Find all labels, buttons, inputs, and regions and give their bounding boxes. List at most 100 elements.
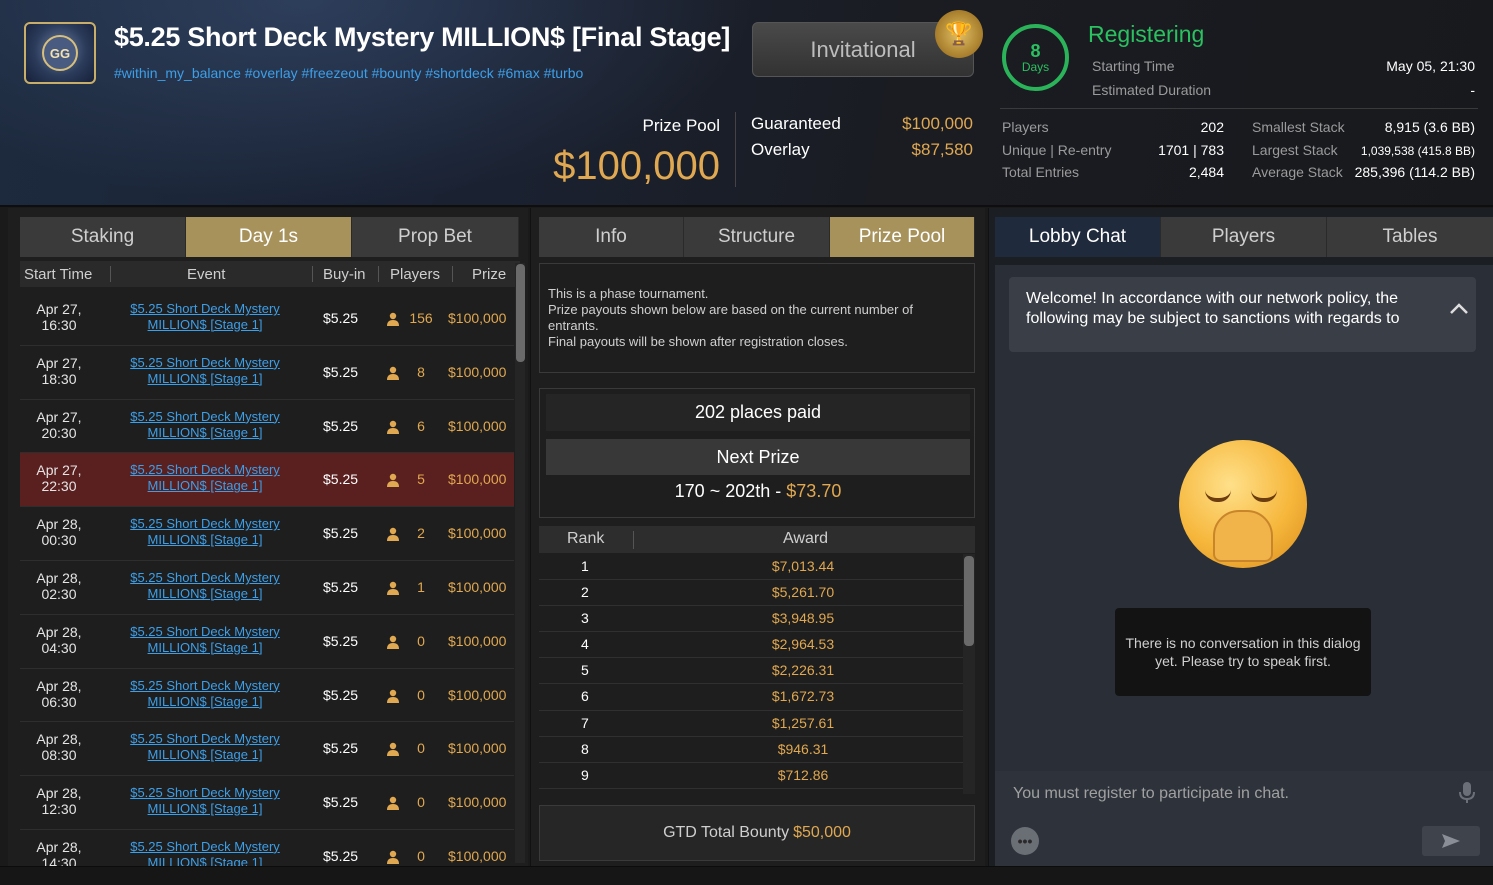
row-buyin: $5.25 [323,578,359,595]
person-icon [387,850,399,864]
row-players: 0 [417,686,425,703]
award-row: 1 $7,013.44 [539,554,963,581]
col-buyin[interactable]: Buy-in [323,266,366,283]
row-start-time: Apr 27, 16:30 [36,301,82,333]
table-row[interactable]: Apr 28, 14:30 $5.25 Short Deck Mystery MILL… [20,830,514,866]
row-event-link[interactable]: $5.25 Short Deck Mystery MILLION$ [Stage … [120,624,290,656]
tab-lobby-chat[interactable]: Lobby Chat [995,217,1161,257]
scrollbar-thumb[interactable] [516,264,525,362]
award-row: 9 $712.86 [539,763,963,789]
no-conversation-message: There is no conversation in this dialog … [1115,608,1371,696]
col-players[interactable]: Players [390,266,440,283]
estimated-duration-label: Estimated Duration [1092,82,1212,98]
players-value: 202 [1200,119,1224,135]
gtd-total-bounty: GTD Total Bounty $50,000 [539,805,975,861]
award-rank: 5 [581,662,589,679]
table-row[interactable]: Apr 27, 22:30 $5.25 Short Deck Mystery MILL… [20,453,514,508]
table-row[interactable]: Apr 28, 04:30 $5.25 Short Deck Mystery MILL… [20,615,514,669]
left-tabs: Staking Day 1s Prop Bet [20,217,519,257]
next-prize-range: 170 ~ 202th - $73.70 [674,481,842,501]
more-options-icon[interactable]: ••• [1011,827,1039,855]
table-row[interactable]: Apr 27, 20:30 $5.25 Short Deck Mystery MILL… [20,400,514,454]
award-row: 4 $2,964.53 [539,632,963,659]
divider [1000,108,1478,109]
chat-input-area[interactable]: You must register to participate in chat… [995,771,1493,866]
tournament-title: $5.25 Short Deck Mystery MILLION$ [Final… [114,22,731,52]
table-row[interactable]: Apr 28, 02:30 $5.25 Short Deck Mystery MILL… [20,561,514,615]
chat-input-placeholder[interactable]: You must register to participate in chat… [1013,785,1289,803]
award-row: 2 $5,261.70 [539,580,963,607]
microphone-icon[interactable] [1457,781,1477,805]
award-amount: $2,964.53 [771,636,835,653]
award-row: 7 $1,257.61 [539,711,963,737]
guaranteed-value: $100,000 [902,114,973,133]
smallest-stack-value: 8,915 (3.6 BB) [1384,119,1475,135]
tab-info[interactable]: Info [539,217,684,257]
row-event-link[interactable]: $5.25 Short Deck Mystery MILLION$ [Stage … [120,409,290,441]
send-icon [1442,834,1460,848]
row-start-time: Apr 27, 20:30 [36,408,82,441]
divider [110,266,111,282]
tab-tables[interactable]: Tables [1327,217,1493,257]
row-players: 6 [417,417,425,434]
row-players: 0 [417,847,425,864]
row-event-link[interactable]: $5.25 Short Deck Mystery MILLION$ [Stage … [120,462,290,494]
tab-players[interactable]: Players [1161,217,1327,257]
table-row[interactable]: Apr 28, 06:30 $5.25 Short Deck Mystery MILL… [20,669,514,723]
row-event-link[interactable]: $5.25 Short Deck Mystery MILLION$ [Stage … [120,516,290,548]
row-buyin: $5.25 [323,525,359,542]
table-row[interactable]: Apr 27, 16:30 $5.25 Short Deck Mystery MILL… [20,292,514,346]
tab-structure[interactable]: Structure [684,217,830,257]
row-buyin: $5.25 [323,686,359,703]
tab-staking[interactable]: Staking [20,217,186,257]
row-prize: $100,000 [448,471,507,488]
row-event-link[interactable]: $5.25 Short Deck Mystery MILLION$ [Stage … [120,731,290,763]
row-event-link[interactable]: $5.25 Short Deck Mystery MILLION$ [Stage … [120,355,290,387]
welcome-notice[interactable]: Welcome! In accordance with our network … [1009,277,1476,352]
row-event-link[interactable]: $5.25 Short Deck Mystery MILLION$ [Stage … [120,301,290,333]
row-prize: $100,000 [448,686,507,703]
row-event-link[interactable]: $5.25 Short Deck Mystery MILLION$ [Stage … [120,839,290,866]
award-amount: $946.31 [777,740,829,757]
award-row: 5 $2,226.31 [539,658,963,685]
unique-reentry-label: Unique | Re-entry [1002,142,1112,158]
col-event[interactable]: Event [187,266,225,283]
person-icon [387,527,399,542]
person-icon [387,366,399,380]
award-rank: 1 [581,558,589,574]
row-event-link[interactable]: $5.25 Short Deck Mystery MILLION$ [Stage … [120,785,290,817]
person-icon [387,689,399,703]
phase-info-box: This is a phase tournament. Prize payout… [539,263,975,373]
col-prize[interactable]: Prize [472,266,506,283]
table-row[interactable]: Apr 28, 00:30 $5.25 Short Deck Mystery MILL… [20,507,514,561]
overlay-value: $87,580 [911,140,973,159]
row-start-time: Apr 28, 04:30 [36,623,82,656]
table-row[interactable]: Apr 27, 18:30 $5.25 Short Deck Mystery MILL… [20,346,514,400]
person-icon [387,312,399,326]
row-players: 0 [417,740,425,757]
row-event-link[interactable]: $5.25 Short Deck Mystery MILLION$ [Stage … [120,570,290,602]
divider [633,531,634,549]
award-row: 6 $1,672.73 [539,684,963,711]
row-buyin: $5.25 [323,632,359,649]
row-players: 5 [417,471,425,488]
status-bar [0,866,1493,885]
row-start-time: Apr 27, 18:30 [36,354,82,387]
chevron-up-icon[interactable] [1447,297,1471,321]
tab-prop-bet[interactable]: Prop Bet [352,217,519,257]
send-button[interactable] [1422,826,1480,856]
row-start-time: Apr 28, 12:30 [36,785,82,818]
row-event-link[interactable]: $5.25 Short Deck Mystery MILLION$ [Stage … [120,678,290,710]
mid-tabs: Info Structure Prize Pool [539,217,975,257]
tab-day1s[interactable]: Day 1s [186,217,352,257]
tab-prize-pool[interactable]: Prize Pool [830,217,975,257]
tournament-tags[interactable]: #within_my_balance #overlay #freezeout #… [114,65,583,81]
col-start-time[interactable]: Start Time [24,266,92,283]
table-row[interactable]: Apr 28, 08:30 $5.25 Short Deck Mystery MILL… [20,722,514,777]
row-players: 2 [417,525,425,542]
estimated-duration-value: - [1470,82,1475,98]
scrollbar-thumb[interactable] [964,556,974,646]
table-row[interactable]: Apr 28, 12:30 $5.25 Short Deck Mystery MILL… [20,776,514,830]
chat-panel: Lobby Chat Players Tables Welcome! In ac… [988,208,1493,866]
guaranteed-label: Guaranteed [751,114,841,133]
